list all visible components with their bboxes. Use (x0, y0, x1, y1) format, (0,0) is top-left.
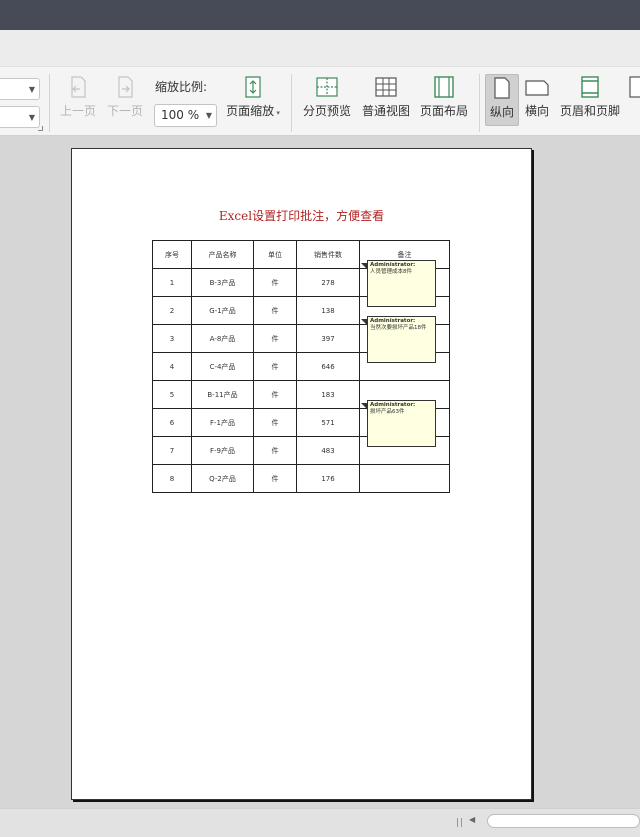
scroll-left-icon[interactable]: ◀ (469, 815, 475, 824)
page-break-preview-label: 分页预览 (302, 104, 351, 118)
page-layout-label: 页面布局 (419, 104, 468, 118)
ribbon-tab-strip (0, 30, 640, 67)
normal-view-button[interactable]: 普通视图 (360, 76, 412, 118)
normal-view-icon (375, 77, 397, 97)
cell-unit: 件 (253, 352, 297, 381)
comment-box: Administrator: 人员管理成本8件 (367, 260, 436, 307)
status-divider (461, 818, 462, 827)
page-layout-icon (434, 76, 454, 98)
cell-product: F-1产品 (191, 408, 254, 437)
ribbon-divider (291, 74, 292, 132)
landscape-page-icon (525, 80, 549, 96)
zoom-label: 缩放比例: (155, 80, 208, 94)
portrait-page-icon (494, 77, 510, 99)
print-preview-page: Excel设置打印批注，方便查看 序号 产品名称 单位 销售件数 备注 1 B-3… (71, 148, 532, 800)
chevron-down-icon: ▼ (28, 85, 35, 94)
cell-unit: 件 (253, 296, 297, 325)
printer-select[interactable]: ▼ (0, 78, 40, 100)
cell-product: B-3产品 (191, 268, 254, 297)
dialog-launcher-icon[interactable] (38, 126, 43, 131)
cell-index: 4 (152, 352, 192, 381)
prev-page-button[interactable]: 上一页 (58, 76, 98, 118)
cell-product: F-9产品 (191, 436, 254, 465)
normal-view-label: 普通视图 (361, 104, 410, 118)
page-zoom-icon (245, 76, 261, 98)
next-page-label: 下一页 (106, 104, 143, 118)
header-cell: 序号 (152, 240, 192, 269)
prev-page-label: 上一页 (59, 104, 96, 118)
ribbon-divider (479, 74, 480, 132)
portrait-label: 纵向 (489, 105, 514, 119)
cell-unit: 件 (253, 380, 297, 409)
table-row: 8 Q-2产品件 176 (152, 464, 450, 493)
cell-quantity: 646 (296, 352, 360, 381)
page-break-preview-icon (316, 77, 338, 97)
comment-text: 损坏产品63件 (370, 409, 405, 415)
cell-unit: 件 (253, 464, 297, 493)
comment-box: Administrator: 当然次要损坏产品18件 (367, 316, 436, 363)
cell-quantity: 176 (296, 464, 360, 493)
cell-index: 1 (152, 268, 192, 297)
header-footer-button[interactable]: 页眉和页脚 (557, 76, 623, 118)
page-break-preview-button[interactable]: 分页预览 (301, 76, 353, 118)
header-cell: 产品名称 (191, 240, 254, 269)
sheet-title: Excel设置打印批注，方便查看 (218, 209, 385, 223)
cell-product: C-4产品 (191, 352, 254, 381)
comment-text: 人员管理成本8件 (370, 269, 412, 275)
comment-box: Administrator: 损坏产品63件 (367, 400, 436, 447)
cell-remark (359, 464, 450, 493)
cell-index: 7 (152, 436, 192, 465)
cell-quantity: 397 (296, 324, 360, 353)
portrait-button[interactable]: 纵向 (485, 74, 519, 126)
comment-text: 当然次要损坏产品18件 (370, 325, 427, 331)
cell-index: 5 (152, 380, 192, 409)
header-footer-icon (581, 76, 599, 98)
cell-quantity: 183 (296, 380, 360, 409)
status-divider (457, 818, 458, 827)
more-options-button[interactable] (626, 76, 640, 98)
margins-icon (629, 76, 640, 98)
zoom-select[interactable]: 100 % ▼ (154, 104, 217, 127)
cell-product: G-1产品 (191, 296, 254, 325)
cell-index: 3 (152, 324, 192, 353)
cell-product: A-8产品 (191, 324, 254, 353)
comment-author: Administrator: (370, 318, 416, 324)
cell-quantity: 571 (296, 408, 360, 437)
landscape-button[interactable]: 横向 (522, 76, 552, 118)
zoom-value: 100 % (161, 108, 200, 122)
next-page-button[interactable]: 下一页 (105, 76, 145, 118)
cell-unit: 件 (253, 408, 297, 437)
comment-author: Administrator: (370, 262, 416, 268)
cell-unit: 件 (253, 436, 297, 465)
landscape-label: 横向 (524, 104, 549, 118)
cell-index: 6 (152, 408, 192, 437)
chevron-down-icon: ▼ (28, 113, 35, 122)
title-bar (0, 0, 640, 30)
cell-quantity: 483 (296, 436, 360, 465)
cell-unit: 件 (253, 324, 297, 353)
cell-quantity: 278 (296, 268, 360, 297)
header-footer-label: 页眉和页脚 (559, 104, 620, 118)
prev-page-icon (71, 76, 86, 98)
page-layout-button[interactable]: 页面布局 (418, 76, 470, 118)
cell-index: 2 (152, 296, 192, 325)
cell-product: B-11产品 (191, 380, 254, 409)
ribbon-divider (49, 74, 50, 132)
page-zoom-label: 页面缩放 ▾ (226, 104, 280, 118)
horizontal-scrollbar[interactable] (487, 814, 640, 828)
page-zoom-button[interactable]: 页面缩放 ▾ (222, 76, 284, 120)
header-cell: 销售件数 (296, 240, 360, 269)
header-cell: 单位 (253, 240, 297, 269)
chevron-down-icon: ▼ (205, 111, 212, 120)
comment-author: Administrator: (370, 402, 416, 408)
cell-index: 8 (152, 464, 192, 493)
next-page-icon (118, 76, 133, 98)
cell-product: Q-2产品 (191, 464, 254, 493)
paper-size-select[interactable]: ▼ (0, 106, 40, 128)
cell-quantity: 138 (296, 296, 360, 325)
cell-unit: 件 (253, 268, 297, 297)
